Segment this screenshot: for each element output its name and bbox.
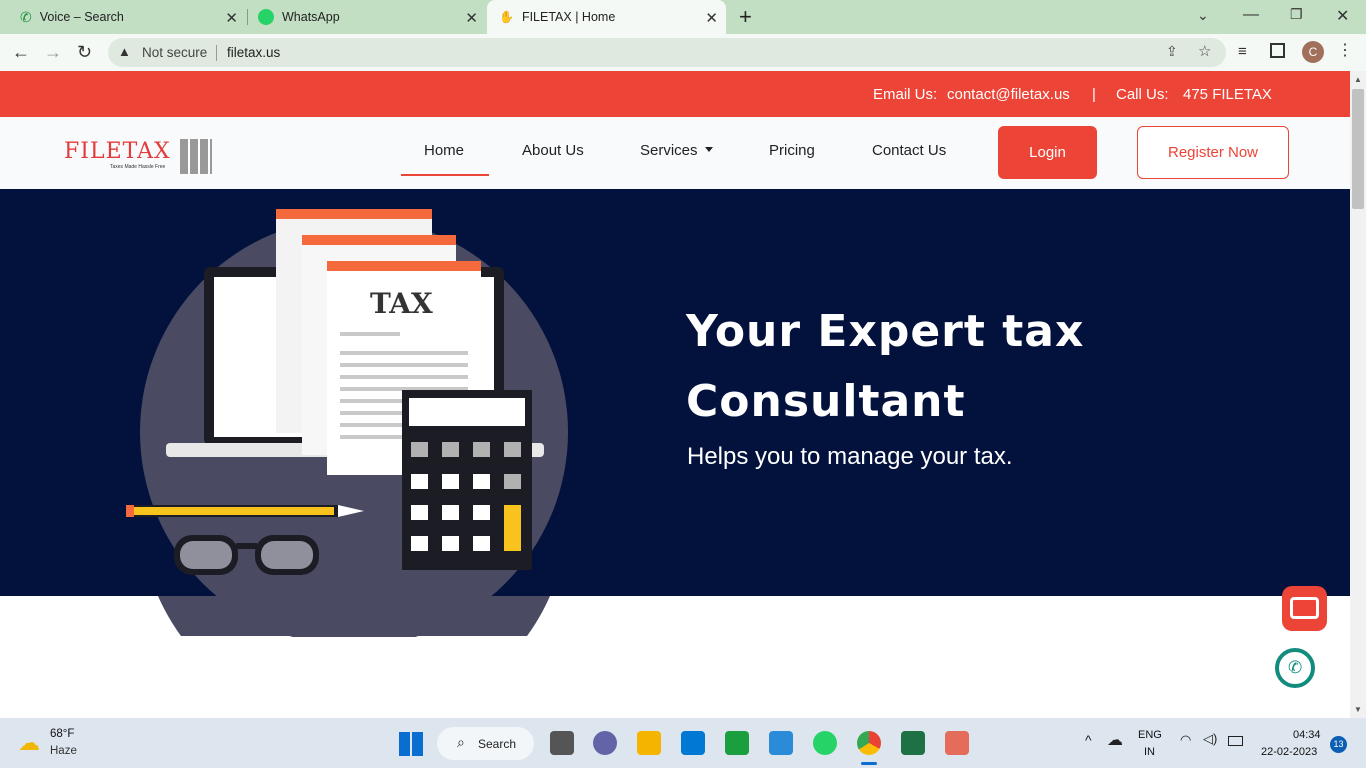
chat-icon[interactable] [593,731,617,755]
whatsapp-icon [258,9,274,25]
reload-icon[interactable]: ↻ [77,42,92,63]
onedrive-icon[interactable]: ☁ [1107,730,1123,750]
nav-pricing[interactable]: Pricing [769,142,815,159]
side-panel-icon[interactable] [1270,43,1285,58]
restore-icon[interactable]: ❐ [1290,6,1303,23]
back-icon[interactable]: ← [12,42,30,63]
browser-toolbar: ← → ↻ ▲ Not secure filetax.us ⇪ ☆ ≡ C ⋮ [0,34,1366,71]
hero-subtitle: Helps you to manage your tax. [687,443,1013,470]
phone-link[interactable]: 475 FILETAX [1183,86,1272,103]
clock-date[interactable]: 22-02-2023 [1261,746,1317,758]
messages-icon[interactable] [725,731,749,755]
tab-filetax[interactable]: ✋ FILETAX | Home ✕ [487,0,726,34]
nav-home[interactable]: Home [424,142,464,159]
share-icon[interactable]: ⇪ [1166,43,1178,60]
nav-about[interactable]: About Us [522,142,584,159]
new-tab-icon[interactable]: + [739,4,752,30]
active-indicator [401,174,489,176]
site-logo[interactable]: FILETAX Taxes Made Hassle Free [64,139,212,174]
tab-label: FILETAX | Home [521,10,616,24]
hero-title: Your Expert tax Consultant [686,297,1084,437]
logo-bars-icon [180,139,212,174]
weather-icon[interactable]: ☁ [18,730,40,756]
tab-voice[interactable]: ✆ Voice – Search ✕ [0,0,246,34]
address-bar[interactable]: ▲ Not secure filetax.us ⇪ ☆ [108,38,1226,67]
security-label: Not secure [142,45,208,60]
mail-app-icon[interactable] [681,731,705,755]
start-icon[interactable] [399,732,423,756]
page-scrollbar[interactable]: ▲ ▼ [1350,71,1366,718]
battery-icon[interactable] [1228,736,1243,746]
search-icon: ⌕ [457,734,465,750]
email-label: Email Us: [873,86,938,103]
tab-whatsapp[interactable]: WhatsApp ✕ [248,0,486,34]
hero-title-line1: Your Expert tax [686,306,1085,357]
call-label: Call Us: [1116,86,1169,103]
language-line2[interactable]: IN [1144,746,1155,758]
email-float-button[interactable] [1282,586,1327,631]
logo-tagline: Taxes Made Hassle Free [110,164,166,170]
close-icon[interactable]: ✕ [465,9,478,27]
file-explorer-icon[interactable] [637,731,661,755]
whatsapp-float-button[interactable]: ✆ [1275,648,1315,688]
weather-text: Haze [50,745,77,757]
wifi-icon[interactable]: ◠ [1180,732,1191,748]
tab-label: WhatsApp [282,10,340,24]
tax-illustration: TAX [126,209,568,637]
scroll-thumb[interactable] [1352,89,1364,209]
login-button[interactable]: Login [998,126,1097,179]
profile-avatar[interactable]: C [1302,41,1324,63]
contact-divider: | [1092,86,1096,103]
scroll-down-icon[interactable]: ▼ [1354,705,1362,714]
warning-icon: ▲ [118,44,131,59]
chevron-down-icon[interactable]: ⌄ [1197,7,1209,24]
language-line1[interactable]: ENG [1138,729,1162,741]
task-view-icon[interactable] [550,731,574,755]
circle-overflow [158,596,550,636]
register-button[interactable]: Register Now [1137,126,1289,179]
volume-icon[interactable]: ◁) [1203,731,1217,747]
hero-section: TAX Your Expert tax Consultant Helps you… [0,189,1350,637]
taskbar-search[interactable]: ⌕ Search [437,727,534,760]
hand-icon: ✋ [499,10,514,24]
contact-bar: Email Us: contact@filetax.us | Call Us: … [0,71,1350,117]
phone-icon: ✆ [20,8,32,25]
scroll-up-icon[interactable]: ▲ [1354,75,1362,84]
media-control-icon[interactable]: ≡ [1238,43,1247,60]
tab-bar: ✆ Voice – Search ✕ WhatsApp ✕ ✋ FILETAX … [0,0,1366,34]
windows-taskbar: ☁ 68°F Haze ⌕ Search ^ ☁ ENG IN ◠ ◁) 04:… [0,718,1366,768]
url-text[interactable]: filetax.us [227,45,280,60]
close-icon[interactable]: ✕ [705,9,718,27]
close-window-icon[interactable]: ✕ [1336,6,1349,26]
clock-time[interactable]: 04:34 [1293,729,1321,741]
close-icon[interactable]: ✕ [225,9,238,27]
display-icon[interactable] [769,731,793,755]
snipping-tool-icon[interactable] [945,731,969,755]
nav-contact[interactable]: Contact Us [872,142,946,159]
active-app-indicator [861,762,877,765]
hero-title-line2: Consultant [686,376,966,427]
notification-badge[interactable]: 13 [1330,736,1347,753]
logo-text: FILETAX [64,139,171,164]
tab-label: Voice – Search [39,10,124,24]
nav-services[interactable]: Services [640,142,698,159]
chrome-icon[interactable] [857,731,881,755]
site-navbar: FILETAX Taxes Made Hassle Free Home Abou… [0,117,1350,189]
whatsapp-app-icon[interactable] [813,731,837,755]
bookmark-star-icon[interactable]: ☆ [1198,42,1211,60]
whatsapp-icon: ✆ [1288,658,1303,677]
caret-down-icon[interactable] [705,147,713,152]
menu-icon[interactable]: ⋮ [1337,40,1353,60]
search-label: Search [478,737,517,751]
minimize-icon[interactable]: — [1243,6,1259,24]
excel-icon[interactable] [901,731,925,755]
chevron-up-icon[interactable]: ^ [1085,732,1092,748]
tax-word: TAX [370,287,433,320]
mail-icon [1290,597,1319,619]
pencil [126,505,364,517]
forward-icon[interactable]: → [44,42,62,63]
temperature: 68°F [50,728,75,740]
divider [216,45,217,61]
email-link[interactable]: contact@filetax.us [947,86,1070,103]
